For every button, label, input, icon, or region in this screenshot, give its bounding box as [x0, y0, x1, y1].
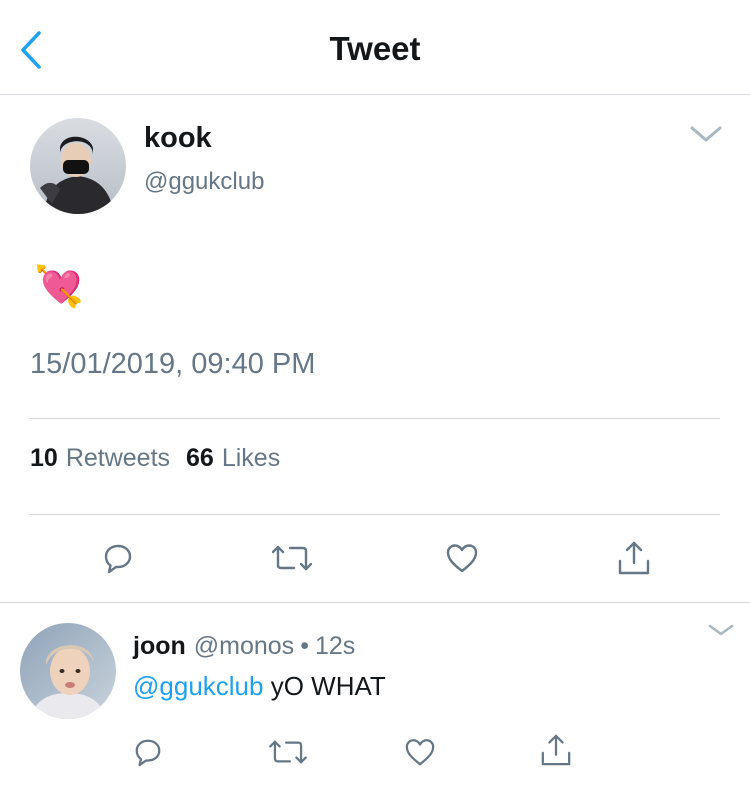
tweet-timestamp: 15/01/2019, 09:40 PM [30, 348, 316, 380]
reply-avatar[interactable] [20, 623, 116, 719]
share-icon [541, 734, 571, 766]
heart-icon [405, 739, 435, 766]
author-avatar-image [30, 118, 126, 214]
divider [30, 514, 720, 515]
reply-like-button[interactable] [400, 734, 440, 770]
reply-mention-link[interactable]: @ggukclub [133, 671, 263, 701]
reply-menu-button[interactable] [706, 620, 736, 640]
share-icon [618, 541, 650, 575]
reply-retweet-button[interactable] [266, 734, 310, 770]
retweets-label: Retweets [65, 444, 171, 472]
reply-icon [135, 739, 161, 767]
reply-avatar-image [20, 623, 116, 719]
author-name[interactable]: kook [144, 122, 212, 155]
reply-icon [104, 544, 132, 574]
retweet-icon [269, 740, 307, 764]
retweets-stat[interactable]: 10 Retweets [30, 444, 170, 473]
share-button[interactable] [612, 536, 656, 580]
section-divider [0, 602, 750, 603]
tweet-menu-button[interactable] [688, 120, 724, 148]
reply-separator: • [300, 632, 309, 660]
reply-time: 12s [314, 632, 356, 660]
reply-author-name[interactable]: joon [133, 632, 186, 661]
reply-text: @ggukclub yO WHAT [133, 671, 386, 702]
heart-icon [446, 544, 478, 573]
chevron-down-icon [708, 624, 734, 636]
likes-count: 66 [186, 444, 214, 472]
tweet-stats: 10 Retweets 66 Likes [30, 444, 296, 473]
divider [30, 418, 720, 419]
like-button[interactable] [440, 538, 484, 578]
reply-button[interactable] [96, 538, 140, 578]
reply-body: yO WHAT [270, 671, 386, 701]
retweet-icon [272, 545, 312, 571]
reply-header: joon @monos • 12s [133, 632, 355, 661]
likes-stat[interactable]: 66 Likes [186, 444, 280, 473]
retweets-count: 10 [30, 444, 58, 472]
tweet-text: 💘 [34, 265, 84, 309]
retweet-button[interactable] [268, 538, 316, 578]
likes-label: Likes [221, 444, 281, 472]
chevron-down-icon [690, 126, 722, 142]
author-avatar[interactable] [30, 118, 126, 214]
reply-reply-button[interactable] [128, 734, 168, 770]
author-handle[interactable]: @ggukclub [144, 168, 264, 196]
top-bar: Tweet [0, 0, 750, 95]
reply-share-button[interactable] [536, 730, 576, 770]
reply-author-handle[interactable]: @monos [194, 632, 294, 661]
page-title: Tweet [329, 30, 421, 67]
